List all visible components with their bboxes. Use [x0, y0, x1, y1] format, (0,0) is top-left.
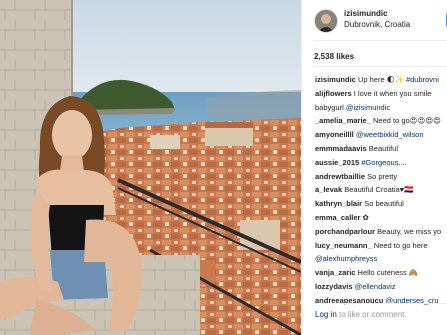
comment-tag-link[interactable]: @alexhumphreyss	[315, 254, 377, 263]
comment-text: Need to go here	[373, 240, 428, 250]
comment-text: So beautiful	[364, 199, 404, 209]
comment-tag-link[interactable]: @ellendaviz	[355, 282, 396, 291]
comment-item: alijflowers I love it when you smile baby…	[315, 87, 447, 115]
comment-username[interactable]: alijflowers	[315, 89, 352, 98]
comment-text: babygurl	[315, 102, 346, 112]
footer-divider	[314, 303, 447, 304]
comment-item: amyoneillll @weetbixkid_wilson	[315, 128, 447, 142]
login-link[interactable]: Log in	[315, 310, 337, 319]
comment-item: izisimundic Up here 🌓✨ #dubrovni	[315, 73, 447, 87]
comment-username[interactable]: aussie_2015	[315, 158, 359, 167]
comment-item: emma_caller ✿	[315, 211, 447, 225]
login-prompt: Log in to like or comment.	[315, 310, 407, 319]
comment-username[interactable]: emma_caller	[315, 213, 360, 222]
post-photo	[0, 0, 301, 335]
comment-item: vanja_zaric Hello cuteness 🙈	[315, 266, 447, 280]
comment-username[interactable]: lozzydavis	[315, 282, 353, 291]
comment-tag-link[interactable]: @weetbixkid_wilson	[356, 130, 424, 139]
comment-text: I love it when you smile	[353, 88, 432, 98]
comment-tag-link[interactable]: #Gorgeous....	[361, 158, 406, 167]
comment-text: Beauty, we miss yo	[377, 226, 442, 236]
comment-item: _amelia_marie_ Need to go😍😍😍😍	[315, 114, 447, 128]
comment-text: So pretty	[367, 171, 398, 181]
comment-item: porchandparlour Beauty, we miss yo	[315, 225, 447, 239]
comment-text: Up here 🌓✨	[357, 75, 406, 84]
comment-item: andreeapesanoucu @underses_cru	[315, 294, 447, 308]
comment-item: lozzydavis @ellendaviz	[315, 280, 447, 294]
comment-text: Beautiful	[368, 143, 398, 153]
post-header: izisimundic Dubrovnik, Croatia F	[314, 9, 447, 33]
comment-username[interactable]: lucy_neumann_	[315, 241, 372, 250]
comment-username[interactable]: emmmadaavis	[315, 144, 367, 153]
comment-item: kathryn_blair So beautiful	[315, 197, 447, 211]
header-divider	[314, 40, 447, 41]
post-sidebar: izisimundic Dubrovnik, Croatia F 2,538 l…	[301, 0, 447, 335]
comment-continuation: babygurl @izisimundic	[315, 101, 447, 115]
comment-tag-link[interactable]: #dubrovni	[406, 75, 439, 84]
comment-item: lucy_neumann_ Need to go here @alexhumphr…	[315, 239, 447, 267]
comment-item: a_levak Beautiful Croatia♥🇭🇷	[315, 183, 447, 197]
comment-username[interactable]: porchandparlour	[315, 227, 375, 236]
comment-text: Beautiful Croatia♥🇭🇷	[344, 185, 414, 195]
comment-username[interactable]: kathryn_blair	[315, 199, 362, 208]
post-location[interactable]: Dubrovnik, Croatia	[344, 20, 410, 29]
avatar[interactable]	[314, 9, 338, 33]
comment-text: Need to go😍😍😍😍	[372, 116, 441, 126]
login-prompt-text: to like or comment.	[336, 310, 407, 319]
comment-username[interactable]: amyoneillll	[315, 130, 354, 139]
comment-item: andrewtbaillie So pretty	[315, 170, 447, 184]
likes-count[interactable]: 2,538 likes	[314, 52, 354, 61]
comment-item: emmmadaavis Beautiful	[315, 142, 447, 156]
comment-username[interactable]: izisimundic	[315, 75, 356, 84]
post-username[interactable]: izisimundic	[344, 9, 388, 18]
comment-item: aussie_2015 #Gorgeous....	[315, 156, 447, 170]
comment-continuation: @alexhumphreyss	[315, 252, 447, 266]
comment-text: Hello cuteness 🙈	[357, 268, 419, 278]
comment-tag-link[interactable]: @izisimundic	[346, 103, 390, 112]
likes-divider	[314, 66, 447, 67]
comment-text: ✿	[362, 212, 369, 222]
comment-username[interactable]: vanja_zaric	[315, 268, 355, 277]
comment-username[interactable]: _amelia_marie_	[315, 116, 371, 125]
comment-list: izisimundic Up here 🌓✨ #dubrovni alijflow…	[315, 73, 447, 308]
comment-username[interactable]: andrewtbaillie	[315, 172, 365, 181]
comment-username[interactable]: a_levak	[315, 185, 342, 194]
